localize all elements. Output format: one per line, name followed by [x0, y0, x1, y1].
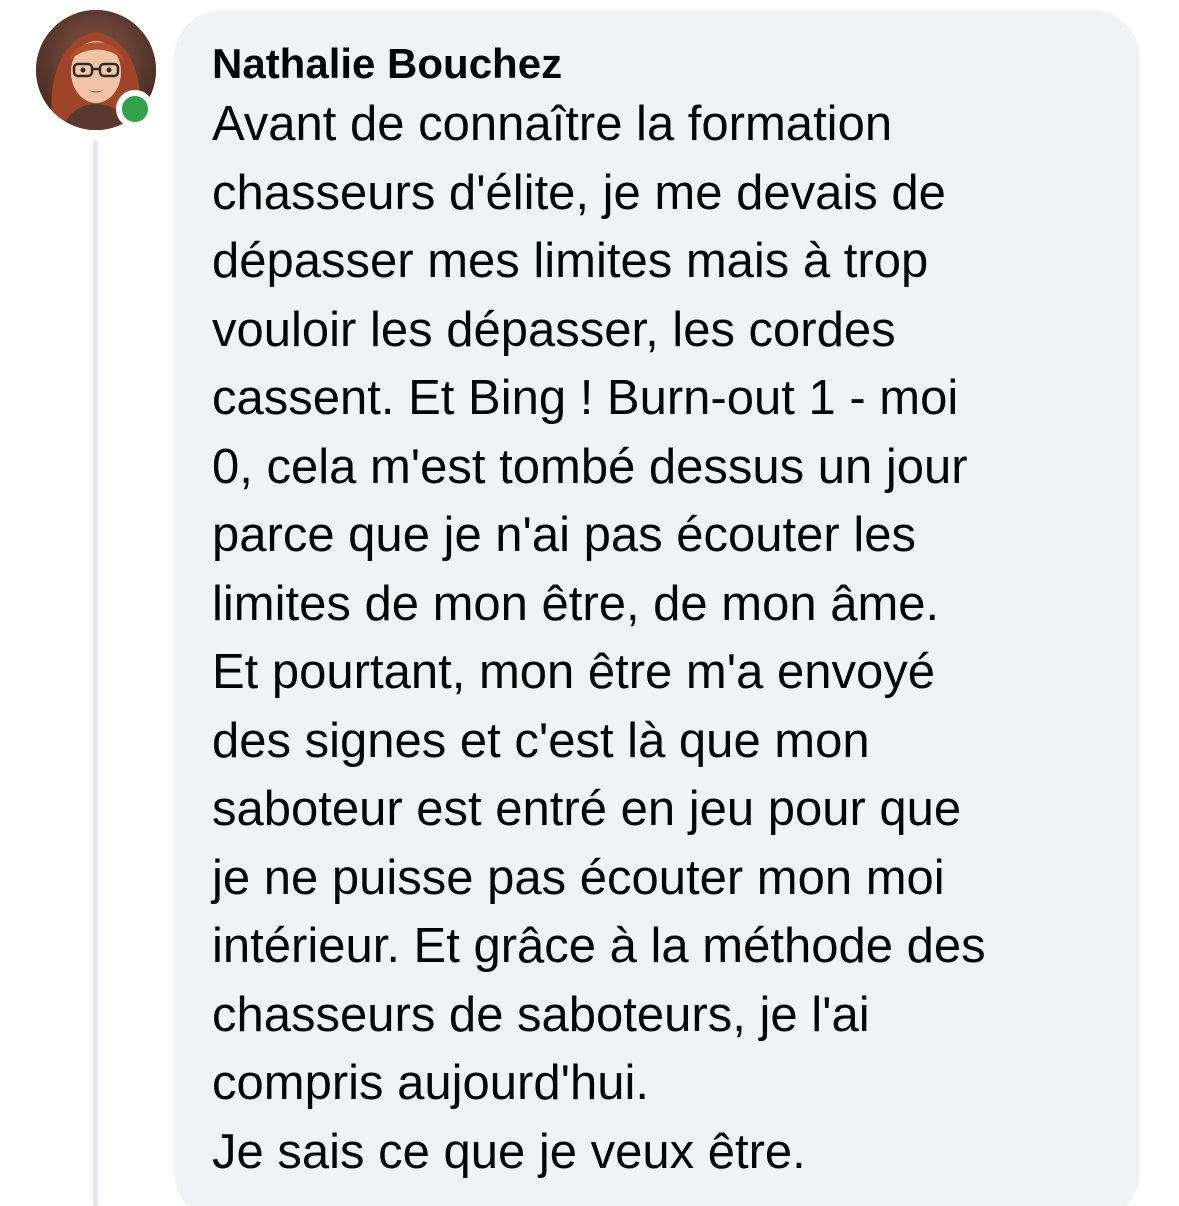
- comment-line: saboteur est entré en jeu pour que: [212, 782, 962, 836]
- comment-author-name[interactable]: Nathalie Bouchez: [212, 36, 1110, 92]
- online-status-indicator: [116, 90, 154, 128]
- comment-line: je ne puisse pas écouter mon moi: [212, 850, 945, 905]
- comment-thread: Nathalie Bouchez Avant de connaître la f…: [0, 0, 1179, 1206]
- comment-body: Avant de connaître la formation chasseur…: [212, 90, 1110, 1186]
- comment-line: dépasser mes limites mais à trop: [212, 234, 929, 288]
- comment-line: chasseurs d'élite, je me devais de: [212, 165, 946, 220]
- comment-line: Et pourtant, mon être m'a envoyé: [212, 645, 935, 699]
- thread-connector-line: [93, 140, 98, 1206]
- comment-line: intérieur. Et grâce à la méthode des: [212, 919, 986, 973]
- comment-line: parce que je n'ai pas écouter les: [212, 508, 916, 562]
- comment-line: 0, cela m'est tombé dessus un jour: [212, 439, 968, 494]
- comment-line: chasseurs de saboteurs, je l'ai: [212, 987, 870, 1042]
- comment-line: vouloir les dépasser, les cordes: [212, 302, 896, 357]
- comment-line: compris aujourd'hui.: [212, 1056, 649, 1110]
- comment-line: Avant de connaître la formation: [212, 97, 893, 151]
- comment-line: Je sais ce que je veux être.: [212, 1124, 806, 1179]
- comment-bubble: Nathalie Bouchez Avant de connaître la f…: [174, 10, 1140, 1206]
- comment-line: limites de mon être, de mon âme.: [212, 576, 940, 631]
- profile-avatar[interactable]: [36, 10, 156, 130]
- comment-line: cassent. Et Bing ! Burn-out 1 - moi: [212, 371, 959, 425]
- comment-line: des signes et c'est là que mon: [212, 713, 870, 768]
